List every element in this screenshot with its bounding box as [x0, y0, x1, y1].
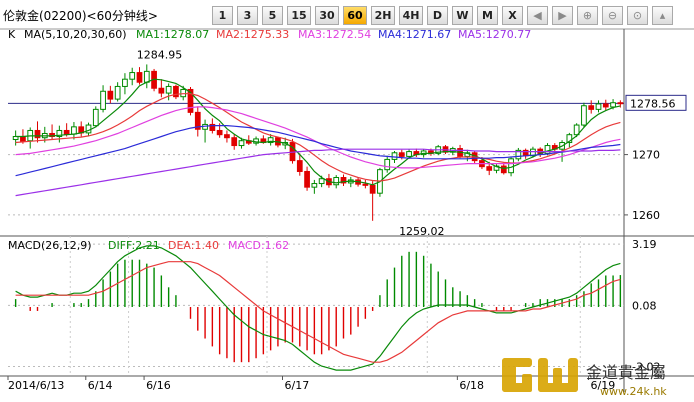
macd-title: MACD(26,12,9)	[8, 239, 92, 252]
candle-body	[508, 158, 514, 174]
time-axis-label: 6/18	[459, 379, 484, 392]
candle-body	[581, 105, 587, 126]
macd-tick-label: 3.19	[632, 238, 657, 251]
candle-body	[588, 105, 595, 110]
price-annotation: 1284.95	[137, 48, 183, 61]
price-annotation: 1259.02	[399, 225, 445, 238]
candle-body	[100, 90, 106, 110]
candle-body	[595, 103, 602, 110]
candle-body	[20, 136, 26, 142]
candle-body	[107, 90, 114, 100]
candle-body	[610, 102, 616, 108]
candlestick-macd-chart: 126012703.190.08-3.021278.562014/6/13 6/1…	[0, 28, 694, 392]
candle-body	[602, 103, 609, 108]
candle-body	[384, 158, 391, 171]
candle-body	[180, 88, 187, 98]
moving-average-line-ma1	[15, 78, 621, 186]
ma-params-label: MA(5,10,20,30,60)	[24, 28, 127, 41]
macd-legend-diff: DIFF:2.21	[108, 239, 160, 252]
time-axis-label: 6/14	[88, 379, 113, 392]
candle-body	[158, 87, 165, 94]
candle-body	[486, 166, 493, 171]
ma-legend-ma2: MA2:1275.33	[216, 28, 289, 41]
macd-tick-label: 0.08	[632, 299, 657, 312]
candle-body	[544, 145, 551, 154]
candle-body	[63, 129, 70, 135]
candle-body	[34, 129, 41, 139]
candle-body	[296, 160, 303, 172]
price-tick-label: 1260	[632, 209, 660, 222]
candle-body	[238, 140, 245, 147]
candle-body	[122, 78, 128, 87]
candle-body	[391, 152, 398, 160]
price-tick-label: 1270	[632, 149, 660, 162]
diff-line	[15, 245, 621, 371]
candle-body	[85, 124, 92, 134]
ma-legend-ma1: MA1:1278.07	[136, 28, 209, 41]
candle-body	[617, 102, 624, 105]
time-axis-label: 6/17	[285, 379, 310, 392]
candle-body	[398, 152, 405, 157]
moving-average-line-ma5	[15, 148, 621, 197]
ma-legend-ma3: MA3:1272.54	[298, 28, 371, 41]
ma-legend-ma4: MA4:1271.67	[378, 28, 451, 41]
macd-legend-macd: MACD:1.62	[228, 239, 289, 252]
time-axis-label: 6/16	[146, 379, 171, 392]
watermark-brand: 金道貴金屬	[586, 363, 666, 382]
candle-body	[92, 108, 99, 127]
candle-body	[362, 183, 369, 186]
candle-body	[224, 134, 230, 139]
candle-body	[165, 85, 172, 94]
candle-body	[71, 126, 77, 135]
last-price-label: 1278.56	[630, 97, 676, 110]
dea-line	[15, 261, 621, 363]
candle-body	[114, 85, 121, 100]
time-axis-label: 2014/6/13	[8, 379, 64, 392]
candle-body	[318, 178, 325, 185]
k-label: K	[8, 28, 16, 41]
ma-legend-ma5: MA5:1270.77	[458, 28, 531, 41]
candle-body	[406, 151, 412, 157]
candle-body	[304, 170, 310, 188]
candle-body	[231, 137, 238, 147]
watermark-logo: 金道貴金屬 www.24k.hk	[502, 358, 667, 398]
macd-legend-dea: DEA:1.40	[168, 239, 219, 252]
candle-body	[369, 184, 376, 194]
candle-body	[136, 72, 143, 83]
candle-body	[129, 72, 136, 80]
watermark-url: www.24k.hk	[600, 385, 667, 398]
candle-body	[333, 177, 340, 186]
candle-body	[311, 183, 318, 188]
candle-body	[143, 70, 150, 83]
candle-body	[500, 165, 507, 174]
candle-body	[216, 129, 223, 136]
